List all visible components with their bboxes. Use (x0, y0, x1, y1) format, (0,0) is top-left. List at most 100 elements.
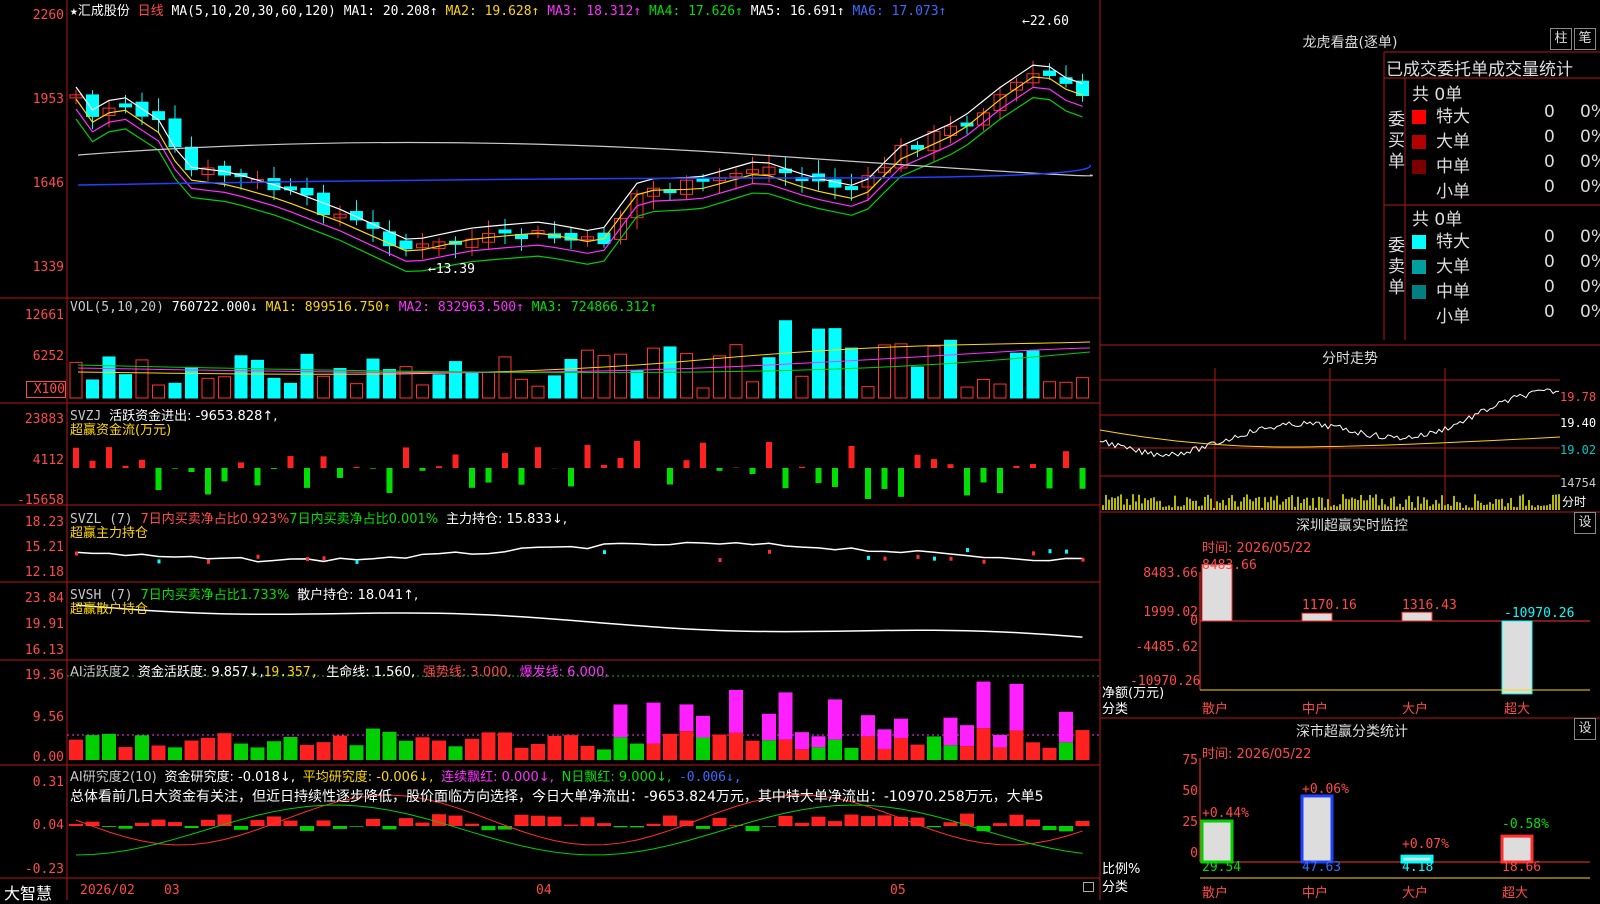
flow-bar (354, 467, 360, 468)
flow-bar (882, 468, 888, 489)
research-bar (168, 822, 182, 826)
intraday-volume-bar (1444, 505, 1446, 510)
retail-position-line (76, 605, 1083, 637)
activity-bar (399, 741, 413, 760)
vol-unit: X100 (26, 381, 66, 398)
research-bar (531, 816, 545, 826)
activity-bar (812, 747, 826, 760)
intraday-volume-bar (1159, 501, 1161, 510)
activity-bar (1010, 731, 1024, 760)
research-bar (482, 826, 496, 830)
research-bar (69, 824, 83, 826)
ai2-t4: N日飘红: 9.000↓, (562, 770, 671, 785)
signal-tick (356, 560, 359, 564)
sm-xlabel: 分类 (1102, 876, 1128, 895)
research-bar (1026, 820, 1040, 826)
period-label[interactable]: 日线 (138, 4, 164, 19)
flow-bar (1047, 468, 1053, 488)
intraday-volume-bar (1426, 500, 1428, 510)
candle-body (912, 146, 924, 150)
activity-bar (630, 744, 644, 760)
tick-mode-button[interactable]: 笔 (1574, 28, 1596, 50)
row-pct: 0% (1580, 152, 1600, 172)
ai1-tick: 9.56 (0, 710, 64, 725)
sz-cat: 大户 (1402, 698, 1428, 717)
intraday-volume-bar (1189, 499, 1191, 510)
medium-swatch (1412, 160, 1426, 174)
ai2-tick: -0.23 (0, 862, 64, 877)
research-bar (597, 823, 611, 826)
svzj-tick: 4112 (0, 453, 64, 468)
flow-bar (948, 464, 954, 468)
activity-bar (152, 746, 166, 760)
signal-tick (1065, 550, 1068, 554)
activity-bar (432, 741, 446, 760)
svsh-tick: 23.84 (0, 591, 64, 606)
flow-bar (832, 468, 838, 487)
intraday-tick: 19.02 (1560, 443, 1596, 457)
flow-bar (816, 468, 822, 483)
intraday-volume-bar (1396, 506, 1398, 510)
bar-mode-button[interactable]: 柱 (1550, 28, 1572, 50)
chart-canvas[interactable] (0, 0, 1600, 900)
signal-tick (867, 556, 870, 560)
activity-bar (894, 719, 908, 738)
flow-bar (634, 441, 640, 468)
sz-bar (1202, 565, 1232, 621)
vol-tick: 6252 (0, 349, 64, 364)
activity-bar (977, 728, 991, 760)
sm-settings-button[interactable]: 设 (1574, 718, 1596, 740)
buy-rows: 特大00% 大单00% 中单00% 小单00% (1412, 102, 1600, 202)
flow-bar (453, 454, 459, 468)
vol-ma1: MA1: 899516.750↑ (266, 300, 391, 315)
signal-tick (323, 556, 326, 560)
activity-bar (102, 734, 116, 760)
vol-ma-line (78, 348, 1090, 373)
intraday-volume-bar (1360, 495, 1362, 510)
activity-bar (729, 733, 743, 760)
intraday-volume-bar (1132, 494, 1134, 510)
candle-body (120, 104, 132, 107)
volume-bar (219, 377, 231, 398)
row-name: 大单 (1436, 257, 1470, 277)
sz-settings-button[interactable]: 设 (1574, 512, 1596, 534)
flow-bar (766, 442, 772, 468)
research-bar (284, 821, 298, 826)
sm-value: 4.18 (1402, 860, 1433, 875)
activity-bar (597, 749, 611, 760)
ma1-line (76, 65, 1083, 239)
lock-icon[interactable] (1083, 882, 1094, 892)
signal-tick (966, 548, 969, 552)
signal-tick (768, 550, 771, 554)
volume-bar (516, 379, 528, 398)
intraday-volume-bar (1171, 507, 1173, 510)
activity-bar (548, 736, 562, 760)
volume-bar (301, 354, 313, 398)
research-bar (399, 818, 413, 826)
intraday-volume-bar (1474, 494, 1476, 510)
sell-row: 大单00% (1412, 252, 1600, 277)
flow-bar (799, 467, 805, 468)
activity-bar (1026, 742, 1040, 760)
flow-bar (271, 468, 277, 469)
activity-bar (977, 682, 991, 729)
research-bar (498, 826, 512, 830)
intraday-volume-bar (1282, 502, 1284, 510)
research-bar (927, 826, 941, 827)
sell-rows: 特大00% 大单00% 中单00% 小单00% (1412, 227, 1600, 327)
intraday-volume-bar (1219, 503, 1221, 510)
vol-header: VOL(5,10,20) 760722.000↓ MA1: 899516.750… (70, 300, 657, 315)
sz-bar-label: -10970.26 (1504, 606, 1574, 621)
intraday-volume-bar (1459, 503, 1461, 510)
volume-bar (598, 356, 610, 398)
sm-ylabel: 比例% (1102, 858, 1140, 877)
row-name: 特大 (1436, 107, 1470, 127)
intraday-volume-bar (1552, 495, 1554, 510)
activity-bar (795, 749, 809, 760)
intraday-volume-bar (1333, 505, 1335, 510)
research-bar (234, 826, 248, 830)
activity-bar (1059, 712, 1073, 743)
intraday-volume-bar (1231, 495, 1233, 510)
row-pct: 0% (1580, 127, 1600, 147)
activity-bar (779, 740, 793, 760)
